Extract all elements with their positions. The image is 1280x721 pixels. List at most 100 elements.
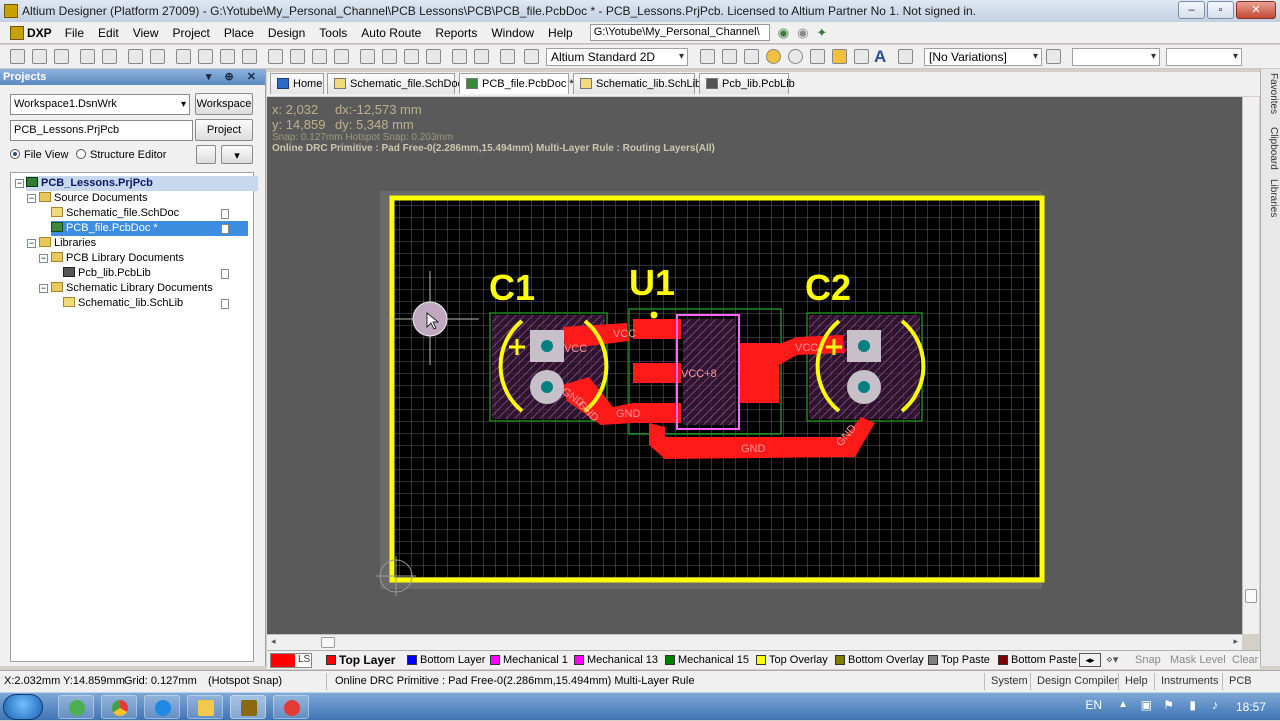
zoom-area-icon[interactable] xyxy=(198,49,213,64)
deselect-icon[interactable] xyxy=(426,49,441,64)
taskbar-skype[interactable] xyxy=(144,695,180,719)
network-icon[interactable]: ▣ xyxy=(1141,698,1152,712)
nav-forward-icon[interactable]: ◉ xyxy=(797,25,808,41)
view-config-select[interactable]: Altium Standard 2D xyxy=(546,48,688,66)
collapse-icon[interactable]: − xyxy=(27,239,36,248)
workspace-dropdown[interactable]: Workspace1.DsnWrk ▾ xyxy=(10,94,190,115)
layer-tab-top-layer[interactable]: Top Layer xyxy=(326,653,395,668)
layer-tab-bottom-paste[interactable]: Bottom Paste xyxy=(998,653,1077,668)
cross-probe-icon[interactable] xyxy=(500,49,515,64)
menu-design[interactable]: Design xyxy=(261,23,312,43)
structure-editor-radio[interactable]: Structure Editor xyxy=(76,149,166,161)
toolbar-blank-select[interactable] xyxy=(1072,48,1160,66)
horizontal-scroll-thumb[interactable] xyxy=(321,637,335,648)
tab-pcb-file[interactable]: PCB_file.PcbDoc * xyxy=(459,73,574,94)
collapse-icon[interactable]: − xyxy=(15,179,24,188)
layer-set-button[interactable]: LS xyxy=(270,653,312,668)
redo-icon[interactable] xyxy=(474,49,489,64)
place-string-icon[interactable]: A xyxy=(874,47,886,67)
minimize-button[interactable]: – xyxy=(1178,1,1205,19)
document-path-box[interactable]: G:\Yotube\My_Personal_Channel\ xyxy=(589,24,770,41)
volume-icon[interactable]: ♪ xyxy=(1212,698,1218,712)
nav-home-icon[interactable]: ✦ xyxy=(816,25,827,41)
tab-home[interactable]: Home xyxy=(270,73,324,94)
workspace-button[interactable]: Workspace xyxy=(195,93,253,115)
menu-auto-route[interactable]: Auto Route xyxy=(354,23,428,43)
taskbar-recorder[interactable] xyxy=(273,695,309,719)
snap-options-icon[interactable]: ⋄▾ xyxy=(1106,653,1118,666)
horizontal-scrollbar[interactable]: ◂ ▸ xyxy=(267,634,1242,650)
layer-tab-bottom-layer[interactable]: Bottom Layer xyxy=(407,653,485,668)
layer-tab-mechanical-1[interactable]: Mechanical 1 xyxy=(490,653,568,668)
design-compiler-panel-button[interactable]: Design Compiler xyxy=(1030,673,1124,690)
rubber-stamp-icon[interactable] xyxy=(334,49,349,64)
scroll-right-icon[interactable]: ▸ xyxy=(1233,636,1238,647)
tree-pcb-library-documents[interactable]: PCB Library Documents xyxy=(51,251,184,266)
flag-icon[interactable]: ⚑ xyxy=(1163,698,1174,712)
layer-view-icon[interactable] xyxy=(150,49,165,64)
battery-icon[interactable]: ▮ xyxy=(1189,698,1196,712)
diff-pair-route-icon[interactable] xyxy=(722,49,737,64)
menu-window[interactable]: Window xyxy=(484,23,541,43)
multi-route-icon[interactable] xyxy=(744,49,759,64)
new-document-icon[interactable] xyxy=(10,49,25,64)
menu-edit[interactable]: Edit xyxy=(91,23,126,43)
undo-icon[interactable] xyxy=(452,49,467,64)
open-folder-icon[interactable] xyxy=(32,49,47,64)
dxp-menu[interactable]: DXP xyxy=(4,25,58,40)
scroll-left-icon[interactable]: ◂ xyxy=(271,636,276,647)
layer-tab-mechanical-15[interactable]: Mechanical 15 xyxy=(665,653,749,668)
print-icon[interactable] xyxy=(80,49,95,64)
project-button[interactable]: Project xyxy=(195,119,253,141)
vertical-scrollbar[interactable] xyxy=(1242,97,1259,634)
variations-select[interactable]: [No Variations] xyxy=(924,48,1042,66)
clock[interactable]: 18:57 xyxy=(1236,700,1266,714)
select-icon[interactable] xyxy=(404,49,419,64)
tree-pcb-file[interactable]: PCB_file.PcbDoc * xyxy=(51,221,248,236)
pcb-canvas[interactable]: C1 U1 C2 VCC VCC VCC+8 VCC GND GND GND G… xyxy=(267,97,1242,634)
layer-tab-mechanical-13[interactable]: Mechanical 13 xyxy=(574,653,658,668)
paste-icon[interactable] xyxy=(312,49,327,64)
filter-icon[interactable] xyxy=(242,49,257,64)
cut-icon[interactable] xyxy=(268,49,283,64)
mask-level-button[interactable]: Mask Level xyxy=(1170,654,1226,666)
taskbar-chrome[interactable] xyxy=(101,695,137,719)
pcb-panel-button[interactable]: PCB xyxy=(1222,673,1258,690)
maximize-button[interactable]: ▫ xyxy=(1207,1,1234,19)
place-via-icon[interactable] xyxy=(788,49,803,64)
clear-button[interactable]: Clear xyxy=(1232,654,1258,666)
tab-schematic-lib[interactable]: Schematic_lib.SchLib xyxy=(573,73,701,94)
collapse-icon[interactable]: − xyxy=(39,254,48,263)
designator-c2[interactable]: C2 xyxy=(805,267,851,308)
place-polygon-icon[interactable] xyxy=(854,49,869,64)
collapse-icon[interactable]: − xyxy=(27,194,36,203)
vertical-scroll-thumb[interactable] xyxy=(1245,589,1257,603)
project-options-icon[interactable] xyxy=(196,145,216,164)
place-fill-icon[interactable] xyxy=(832,49,847,64)
collapse-icon[interactable]: − xyxy=(39,284,48,293)
menu-project[interactable]: Project xyxy=(166,23,217,43)
select-area-icon[interactable] xyxy=(360,49,375,64)
project-field[interactable]: PCB_Lessons.PrjPcb xyxy=(10,120,193,141)
open-projects-icon[interactable] xyxy=(128,49,143,64)
tree-libraries[interactable]: Libraries xyxy=(39,236,96,251)
layer-tab-bottom-overlay[interactable]: Bottom Overlay xyxy=(835,653,924,668)
menu-place[interactable]: Place xyxy=(217,23,261,43)
save-icon[interactable] xyxy=(54,49,69,64)
snap-button[interactable]: Snap xyxy=(1135,654,1161,666)
variant-manager-icon[interactable] xyxy=(1046,49,1061,64)
libraries-panel-tab[interactable]: Libraries xyxy=(1263,179,1279,217)
favorites-panel-tab[interactable]: Favorites xyxy=(1263,73,1279,114)
help-panel-button[interactable]: Help xyxy=(1118,673,1154,690)
menu-view[interactable]: View xyxy=(126,23,166,43)
start-button[interactable] xyxy=(3,694,43,720)
clipboard-panel-tab[interactable]: Clipboard xyxy=(1263,127,1279,170)
close-button[interactable]: ✕ xyxy=(1236,1,1276,19)
browse-icon[interactable] xyxy=(524,49,539,64)
folder-menu-icon[interactable]: ▾ xyxy=(221,145,253,164)
tab-pcb-lib[interactable]: Pcb_lib.PcbLib xyxy=(699,73,795,94)
interactive-route-icon[interactable] xyxy=(700,49,715,64)
tree-root-project[interactable]: PCB_Lessons.PrjPcb xyxy=(26,176,258,191)
designator-c1[interactable]: C1 xyxy=(489,267,535,308)
tree-pcb-lib[interactable]: Pcb_lib.PcbLib xyxy=(63,266,151,281)
